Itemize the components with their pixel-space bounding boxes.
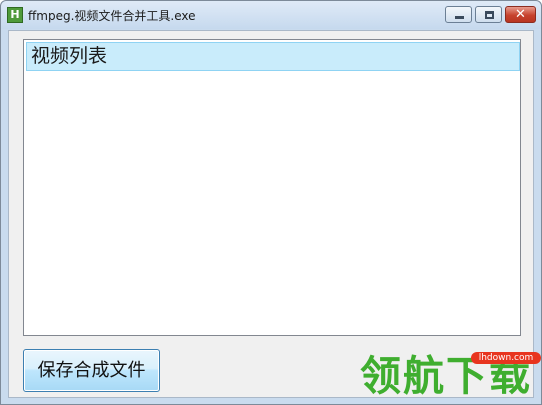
watermark-logo: 领航下载 lhdown.com	[360, 350, 542, 402]
close-icon: ✕	[515, 7, 526, 22]
minimize-icon	[455, 16, 464, 19]
app-window: H ffmpeg.视频文件合并工具.exe ✕ 视频列表 保存合成文件	[0, 0, 542, 405]
app-icon[interactable]: H	[7, 7, 23, 23]
maximize-button[interactable]	[475, 6, 502, 23]
maximize-icon	[485, 11, 494, 19]
video-list[interactable]: 视频列表	[23, 39, 521, 336]
close-button[interactable]: ✕	[505, 6, 536, 23]
save-merged-file-button[interactable]: 保存合成文件	[23, 349, 160, 392]
client-area: 视频列表 保存合成文件	[8, 30, 534, 398]
minimize-button[interactable]	[445, 6, 472, 23]
list-header[interactable]: 视频列表	[26, 42, 520, 71]
watermark-badge: lhdown.com	[471, 352, 541, 364]
window-title: ffmpeg.视频文件合并工具.exe	[28, 9, 196, 23]
title-bar[interactable]: H ffmpeg.视频文件合并工具.exe ✕	[1, 1, 541, 29]
